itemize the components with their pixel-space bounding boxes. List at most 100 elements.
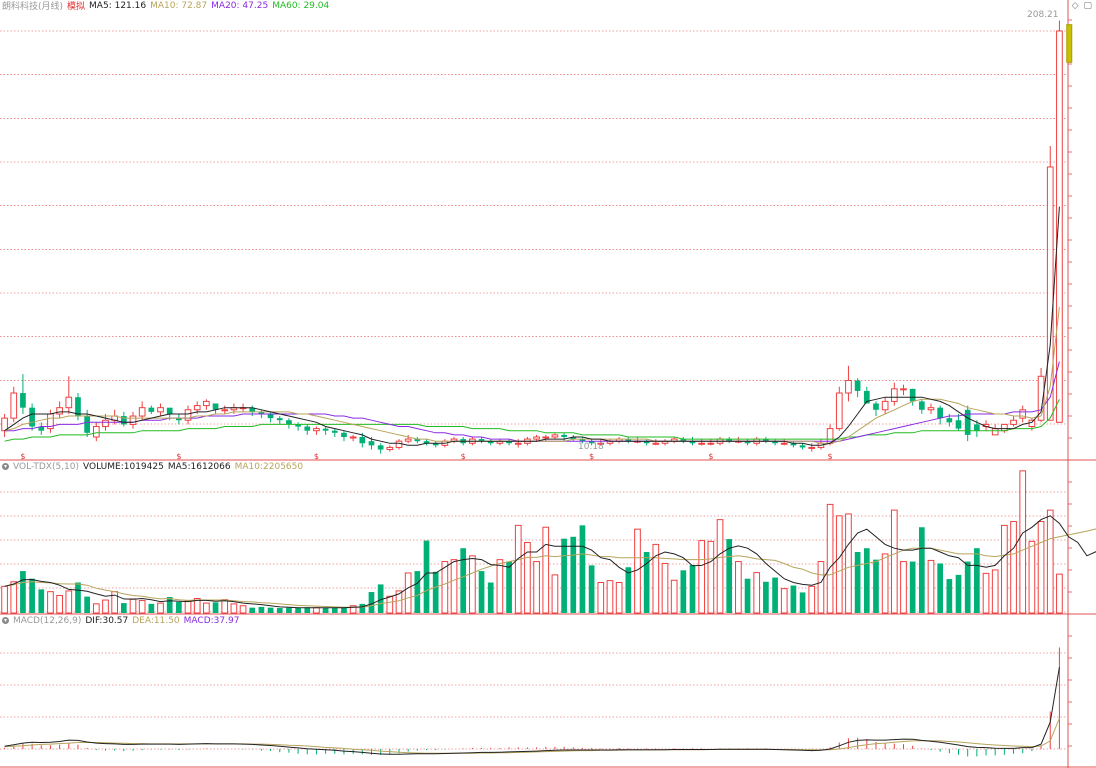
candle-body bbox=[698, 442, 706, 445]
candle-body bbox=[1028, 419, 1036, 428]
candle-body bbox=[129, 415, 137, 425]
ma-legend-item: MA60: 29.04 bbox=[272, 0, 330, 11]
volume-bar bbox=[322, 607, 329, 613]
candle-body bbox=[193, 405, 201, 411]
candle-body bbox=[184, 409, 192, 421]
dif-label: DIF:30.57 bbox=[85, 615, 129, 626]
dividend-marker: $ bbox=[20, 452, 25, 461]
volume-indicator-name[interactable]: VOL-TDX(5,10) bbox=[13, 462, 79, 472]
volume-bar bbox=[1046, 509, 1054, 614]
candle-body bbox=[359, 436, 366, 444]
volume-bar bbox=[551, 574, 559, 614]
candle-body bbox=[652, 442, 660, 445]
candle-body bbox=[808, 446, 816, 449]
candle-body bbox=[212, 403, 219, 410]
volume-bar bbox=[359, 603, 366, 613]
candle-body bbox=[1056, 30, 1063, 423]
candle-body bbox=[404, 438, 412, 442]
volume-bar bbox=[487, 582, 494, 613]
volume-bar bbox=[148, 603, 155, 613]
volume-ma10-label: MA10:2205650 bbox=[234, 461, 304, 472]
ma-legend-item: MA10: 72.87 bbox=[150, 0, 208, 11]
volume-bar bbox=[570, 536, 577, 613]
volume-bar bbox=[615, 582, 623, 614]
high-price-label: 208.21 bbox=[1027, 10, 1059, 20]
diamond-icon[interactable]: ◇ bbox=[1072, 1, 1079, 11]
candle-body bbox=[148, 407, 155, 412]
volume-bar bbox=[845, 513, 852, 614]
candle-body bbox=[286, 420, 292, 425]
volume-bar bbox=[716, 519, 724, 614]
settings-icon[interactable]: ▾ bbox=[2, 617, 9, 624]
volume-bar bbox=[991, 569, 999, 614]
volume-bar bbox=[404, 572, 412, 614]
window-icon[interactable]: ▢ bbox=[1083, 1, 1092, 11]
volume-bar bbox=[506, 561, 512, 613]
candle-body bbox=[20, 393, 26, 408]
chart-canvas[interactable]: $ $ $ $ $ $ $ bbox=[0, 0, 1096, 768]
volume-bar bbox=[726, 539, 733, 613]
volume-bar bbox=[561, 538, 567, 613]
candle-body bbox=[561, 434, 567, 437]
volume-bar bbox=[239, 605, 247, 614]
macd-value-label: MACD:37.97 bbox=[183, 615, 240, 626]
candle-body bbox=[341, 432, 347, 437]
volume-bar bbox=[258, 606, 265, 613]
volume-bar bbox=[469, 555, 476, 614]
volume-bar bbox=[120, 603, 127, 613]
dividend-marker: $ bbox=[314, 452, 319, 461]
volume-bar bbox=[643, 552, 650, 613]
top-right-controls: ◇ ▢ bbox=[1072, 1, 1092, 11]
volume-bar bbox=[946, 579, 953, 613]
macd-indicator-name[interactable]: MACD(12,26,9) bbox=[13, 616, 81, 626]
volume-bar bbox=[670, 579, 678, 614]
volume-bar bbox=[313, 607, 320, 614]
volume-label: VOLUME:1019425 bbox=[83, 461, 164, 472]
volume-bar bbox=[826, 503, 834, 614]
volume-bar bbox=[1001, 524, 1008, 614]
dividend-marker: $ bbox=[828, 452, 833, 461]
candle-body bbox=[542, 436, 550, 439]
current-bar-marker bbox=[1066, 24, 1073, 63]
low-price-label: 10.18 bbox=[578, 442, 604, 452]
candle-body bbox=[873, 403, 879, 410]
candle-body bbox=[92, 426, 100, 438]
mode-badge[interactable]: 模拟 bbox=[67, 0, 85, 12]
volume-bar bbox=[974, 548, 980, 613]
dea-line bbox=[4, 718, 1060, 754]
ma-legend-item: MA5: 121.16 bbox=[89, 0, 147, 11]
candle-body bbox=[157, 407, 164, 413]
candle-body bbox=[56, 407, 63, 415]
candle-body bbox=[331, 430, 338, 433]
stock-name: 朗科科技(月线) bbox=[2, 2, 64, 12]
candle-body bbox=[138, 407, 146, 417]
volume-bar bbox=[267, 607, 274, 613]
candle-body bbox=[551, 434, 559, 438]
candle-body bbox=[102, 419, 109, 428]
candle-body bbox=[276, 418, 283, 421]
volume-bar bbox=[927, 559, 935, 614]
volume-bar bbox=[92, 603, 100, 614]
candle-body bbox=[368, 441, 375, 446]
volume-bar bbox=[65, 590, 73, 614]
volume-bar bbox=[56, 594, 63, 614]
volume-bar bbox=[1037, 521, 1045, 614]
volume-bar bbox=[533, 561, 540, 614]
ma60-line bbox=[4, 399, 1060, 442]
volume-bar bbox=[1019, 470, 1027, 614]
volume-bar bbox=[863, 548, 870, 613]
candle-body bbox=[780, 442, 788, 445]
candle-body bbox=[845, 379, 852, 394]
volume-bar bbox=[799, 592, 806, 613]
volume-bar bbox=[286, 607, 292, 613]
volume-bar bbox=[157, 602, 164, 614]
volume-bar bbox=[890, 509, 898, 614]
volume-bar bbox=[1010, 521, 1017, 614]
volume-bar bbox=[276, 608, 283, 613]
volume-bar bbox=[75, 582, 81, 613]
candle-body bbox=[909, 388, 916, 402]
volume-bar bbox=[450, 559, 458, 614]
settings-icon[interactable]: ▾ bbox=[2, 463, 9, 470]
volume-bar bbox=[780, 588, 788, 614]
ma10-line bbox=[4, 307, 1060, 444]
